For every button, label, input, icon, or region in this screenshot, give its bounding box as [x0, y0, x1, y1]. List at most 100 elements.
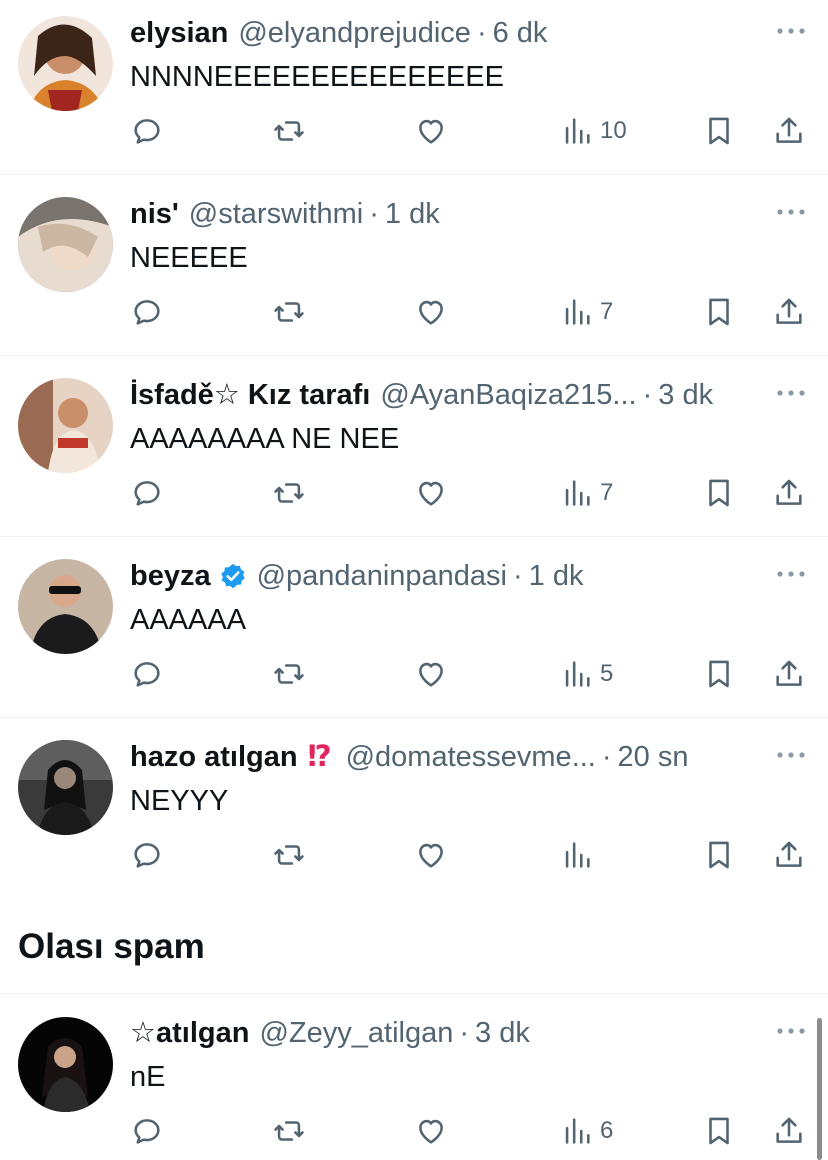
avatar[interactable] [18, 16, 113, 111]
more-icon[interactable] [776, 207, 806, 217]
retweet-button[interactable] [272, 653, 306, 695]
bookmark-icon [702, 476, 736, 510]
views-count: 5 [600, 660, 614, 687]
user-handle[interactable]: @AyanBaqiza215... [380, 376, 636, 414]
reply-button[interactable] [130, 1110, 164, 1152]
bookmark-button[interactable] [702, 472, 736, 514]
share-icon [772, 1114, 806, 1148]
share-button[interactable] [772, 110, 806, 152]
views-button[interactable]: 10 [560, 110, 627, 152]
tweet[interactable]: hazo atılgan ⁉ @domatessevme... · 20 sn … [0, 724, 828, 900]
views-icon [560, 476, 594, 510]
more-icon[interactable] [776, 388, 806, 398]
tweet[interactable]: ☆atılgan @Zeyy_atilgan · 3 dk nE 6 [0, 1001, 828, 1160]
retweet-button[interactable] [272, 291, 306, 333]
bookmark-icon [702, 114, 736, 148]
bookmark-icon [702, 657, 736, 691]
heart-icon [414, 657, 448, 691]
tweet-actions [130, 834, 820, 876]
avatar[interactable] [18, 197, 113, 292]
tweet[interactable]: İsfadě☆ Kız tarafı @AyanBaqiza215... · 3… [0, 362, 828, 537]
bookmark-button[interactable] [702, 653, 736, 695]
tweet[interactable]: nis' @starswithmi · 1 dk NEEEEE 7 [0, 181, 828, 356]
like-button[interactable] [414, 834, 448, 876]
user-handle[interactable]: @starswithmi [189, 195, 363, 233]
tweet-actions: 6 [130, 1110, 820, 1152]
share-button[interactable] [772, 1110, 806, 1152]
reply-button[interactable] [130, 110, 164, 152]
share-button[interactable] [772, 472, 806, 514]
tweet[interactable]: beyza @pandaninpandasi · 1 dk AAAAAA 5 [0, 543, 828, 718]
views-icon [560, 657, 594, 691]
user-handle[interactable]: @elyandprejudice [238, 14, 471, 52]
timestamp[interactable]: 3 dk [658, 376, 713, 414]
heart-icon [414, 838, 448, 872]
user-handle[interactable]: @pandaninpandasi [257, 557, 507, 595]
like-button[interactable] [414, 653, 448, 695]
more-icon[interactable] [776, 1026, 806, 1036]
timestamp[interactable]: 20 sn [618, 738, 689, 776]
display-name[interactable]: beyza [130, 557, 211, 595]
user-handle[interactable]: @domatessevme... [346, 738, 596, 776]
timestamp[interactable]: 1 dk [385, 195, 440, 233]
display-name[interactable]: nis' [130, 195, 179, 233]
retweet-icon [272, 1114, 306, 1148]
views-button[interactable]: 6 [560, 1110, 613, 1152]
like-button[interactable] [414, 291, 448, 333]
share-icon [772, 114, 806, 148]
views-button[interactable]: 5 [560, 653, 613, 695]
more-icon[interactable] [776, 569, 806, 579]
tweet[interactable]: elysian @elyandprejudice · 6 dk NNNNEEEE… [0, 0, 828, 175]
separator: · [459, 1017, 470, 1049]
tweet-text: NNNNEEEEEEEEEEEEEEE [130, 61, 504, 93]
more-icon[interactable] [776, 26, 806, 36]
share-button[interactable] [772, 291, 806, 333]
like-button[interactable] [414, 110, 448, 152]
display-name[interactable]: ☆atılgan [130, 1014, 249, 1052]
like-button[interactable] [414, 1110, 448, 1152]
timestamp[interactable]: 3 dk [475, 1014, 530, 1052]
timestamp[interactable]: 1 dk [529, 557, 584, 595]
reply-button[interactable] [130, 834, 164, 876]
more-icon[interactable] [776, 750, 806, 760]
avatar[interactable] [18, 740, 113, 835]
bookmark-button[interactable] [702, 291, 736, 333]
reply-button[interactable] [130, 653, 164, 695]
verified-badge-icon [219, 562, 247, 590]
views-button[interactable]: 7 [560, 472, 613, 514]
avatar[interactable] [18, 378, 113, 473]
retweet-icon [272, 476, 306, 510]
timestamp[interactable]: 6 dk [493, 14, 548, 52]
display-name[interactable]: hazo atılgan [130, 738, 298, 776]
avatar[interactable] [18, 1017, 113, 1112]
retweet-button[interactable] [272, 1110, 306, 1152]
tweet-actions: 10 [130, 110, 820, 152]
views-button[interactable]: 7 [560, 291, 613, 333]
user-handle[interactable]: @Zeyy_atilgan [259, 1014, 453, 1052]
retweet-button[interactable] [272, 834, 306, 876]
bookmark-icon [702, 295, 736, 329]
separator: · [476, 17, 487, 49]
bookmark-button[interactable] [702, 834, 736, 876]
reply-button[interactable] [130, 472, 164, 514]
display-name[interactable]: elysian [130, 14, 228, 52]
views-icon [560, 1114, 594, 1148]
bookmark-button[interactable] [702, 1110, 736, 1152]
retweet-button[interactable] [272, 110, 306, 152]
heart-icon [414, 476, 448, 510]
views-button[interactable] [560, 834, 600, 876]
like-button[interactable] [414, 472, 448, 514]
bookmark-button[interactable] [702, 110, 736, 152]
share-button[interactable] [772, 834, 806, 876]
reply-feed: elysian @elyandprejudice · 6 dk NNNNEEEE… [0, 0, 828, 1160]
tweet-text: NEYYY [130, 785, 229, 817]
avatar[interactable] [18, 559, 113, 654]
reply-button[interactable] [130, 291, 164, 333]
tweet-actions: 5 [130, 653, 820, 695]
scrollbar[interactable] [817, 1018, 822, 1160]
retweet-button[interactable] [272, 472, 306, 514]
share-icon [772, 295, 806, 329]
share-button[interactable] [772, 653, 806, 695]
display-name[interactable]: İsfadě☆ Kız tarafı [130, 376, 370, 414]
separator: · [512, 560, 523, 592]
